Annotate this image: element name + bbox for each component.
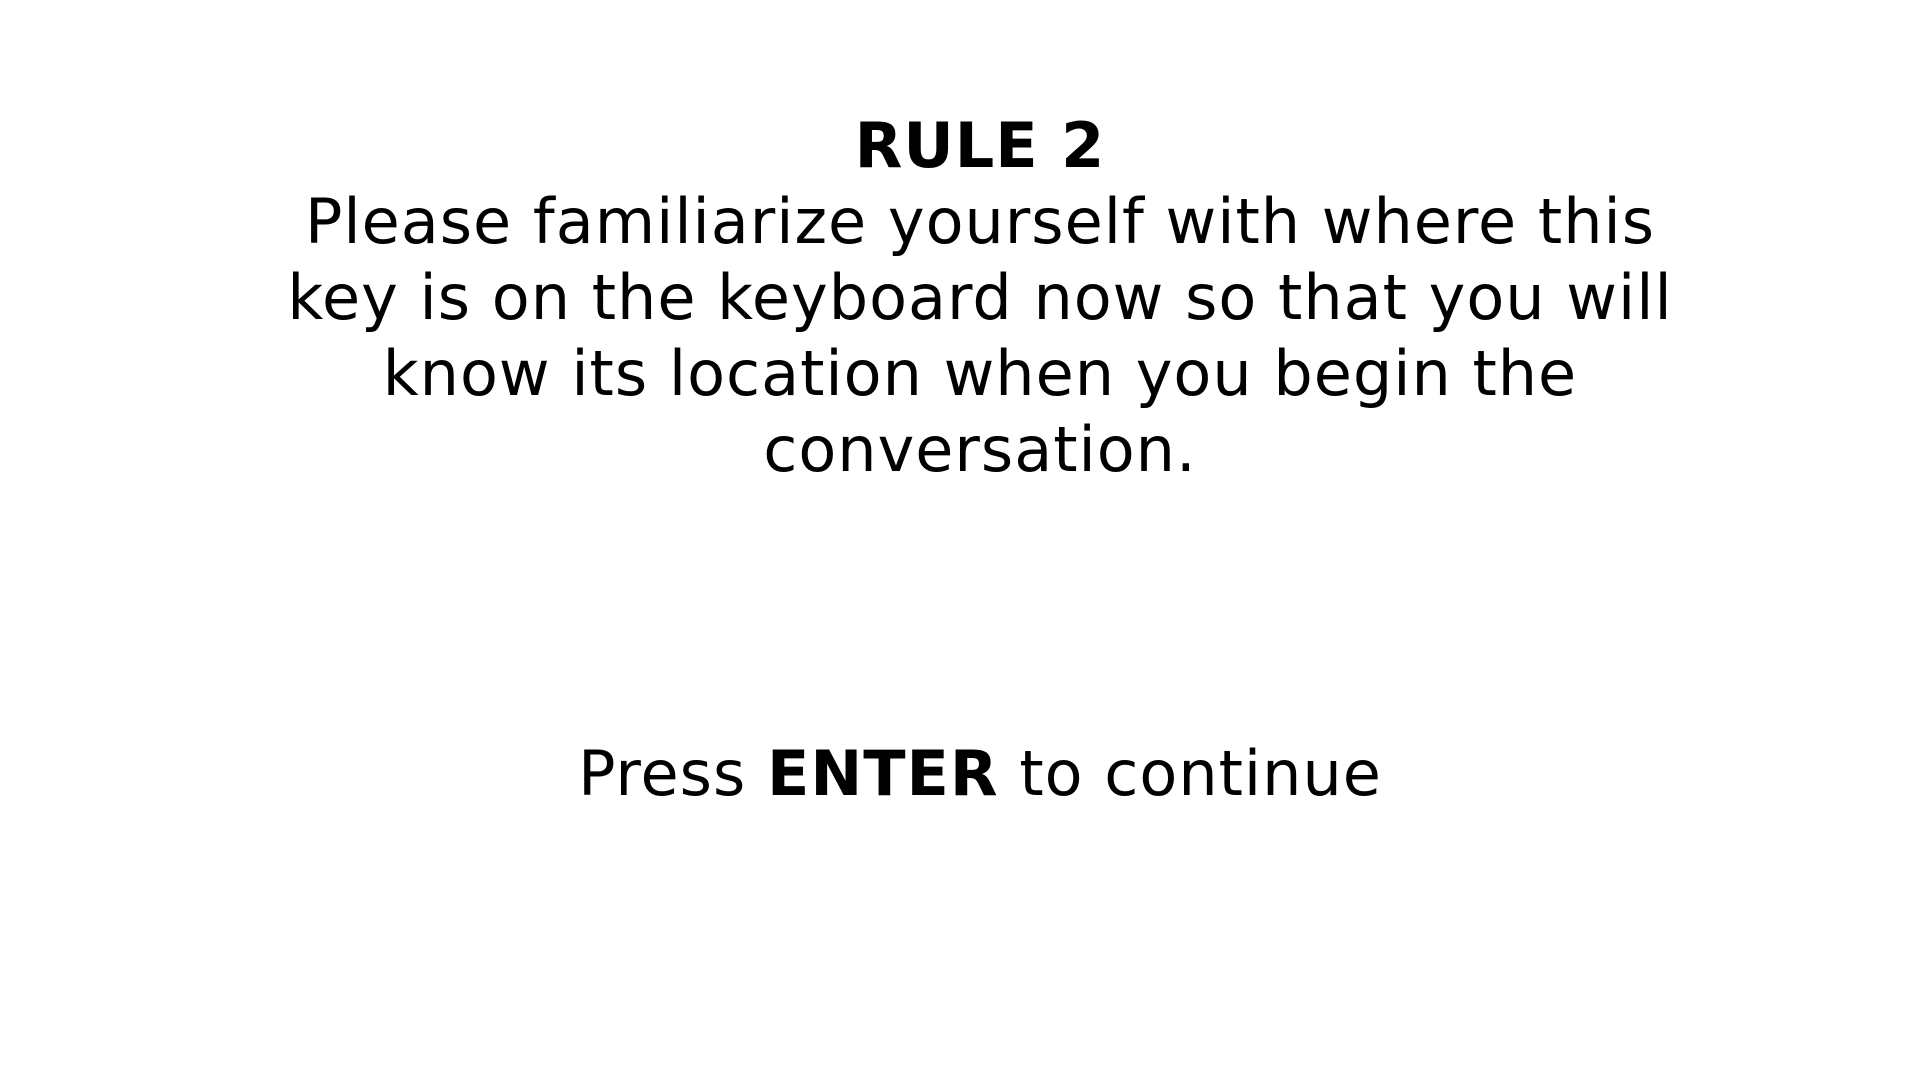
prompt-suffix: to continue xyxy=(998,737,1382,810)
rule-line-1: Please familiarize yourself with where t… xyxy=(304,185,1656,258)
rule-line-2: key is on the keyboard now so that you w… xyxy=(287,261,1673,334)
rule-line-3: know its location when you begin the xyxy=(382,337,1578,410)
rule-line-4: conversation. xyxy=(763,413,1197,486)
continue-prompt: Press ENTER to continue xyxy=(260,736,1700,812)
prompt-prefix: Press xyxy=(578,737,767,810)
instruction-screen: RULE 2 Please familiarize yourself with … xyxy=(0,0,1920,1080)
rule-block: RULE 2 Please familiarize yourself with … xyxy=(260,108,1700,488)
rule-title: RULE 2 xyxy=(854,109,1106,182)
enter-key-label: ENTER xyxy=(767,737,999,810)
